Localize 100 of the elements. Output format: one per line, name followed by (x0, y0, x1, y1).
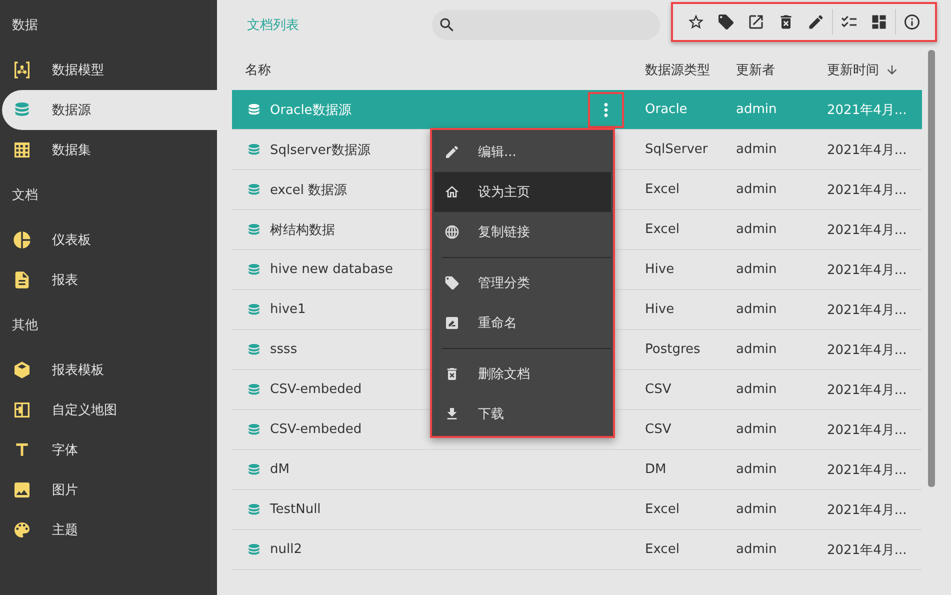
table-cell: admin (736, 342, 777, 357)
sidebar-item[interactable]: 自定义地图 (2, 390, 217, 430)
table-cell: admin (736, 422, 777, 437)
table-cell: admin (736, 502, 777, 517)
edit-icon (807, 13, 826, 31)
menu-item[interactable]: 下载 (434, 394, 611, 434)
more-button[interactable] (588, 92, 624, 128)
table-row[interactable]: null2 Excel admin 2021年4月... (232, 530, 922, 570)
table-cell-text: excel 数据源 (270, 182, 348, 198)
table-cell-text: 2021年4月... (827, 262, 907, 278)
table-cell: SqlServer (645, 142, 708, 157)
table-cell-text: 2021年4月... (827, 542, 907, 558)
search-field[interactable] (432, 10, 660, 40)
edit-icon (444, 144, 460, 160)
table-row[interactable]: dM DM admin 2021年4月... (232, 450, 922, 490)
table-cell: DM (645, 462, 666, 477)
table-cell: Hive (645, 302, 674, 317)
table-cell-text: 2021年4月... (827, 182, 907, 198)
table-cell: admin (736, 382, 777, 397)
menu-item[interactable]: 编辑... (434, 132, 611, 172)
table-cell-text: 树结构数据 (270, 222, 335, 238)
open-external-icon (747, 13, 766, 31)
page-title: 文档列表 (247, 17, 300, 34)
sidebar-item[interactable]: 报表 (2, 260, 217, 300)
table-cell: Excel (645, 222, 680, 237)
section-heading: 数据 (12, 17, 38, 34)
table-cell-text: 2021年4月... (827, 502, 907, 518)
table-cell: Hive (645, 262, 674, 277)
database-icon (246, 542, 262, 558)
table-cell: CSV-embeded (270, 382, 362, 397)
menu-item[interactable]: 管理分类 (434, 263, 611, 303)
column-header[interactable]: 数据源类型 (645, 61, 710, 79)
column-header[interactable]: 更新时间 (827, 61, 879, 79)
sidebar-item[interactable]: 数据模型 (2, 50, 217, 90)
database-icon (246, 462, 262, 478)
table-cell: Excel (645, 182, 680, 197)
table-cell: admin (736, 182, 777, 197)
table-cell-text: 2021年4月... (827, 302, 907, 318)
more-icon (604, 102, 608, 116)
table-cell: admin (736, 102, 777, 117)
table-cell: CSV (645, 422, 672, 437)
info-icon (902, 13, 921, 31)
database-icon (246, 142, 262, 158)
column-header[interactable]: 更新者 (736, 61, 775, 79)
table-cell: dM (270, 462, 290, 477)
sidebar-item[interactable]: 主题 (2, 510, 217, 550)
table-cell: hive1 (270, 302, 306, 317)
column-header[interactable]: 名称 (245, 61, 271, 79)
sidebar-item[interactable]: 数据集 (2, 130, 217, 170)
table-cell: Excel (645, 502, 680, 517)
image-icon (12, 480, 32, 500)
table-cell-text: Oracle数据源 (270, 102, 352, 118)
sidebar-item[interactable]: 图片 (2, 470, 217, 510)
scrollbar[interactable] (928, 50, 935, 487)
menu-item[interactable]: 设为主页 (434, 172, 611, 212)
palette-icon (12, 520, 32, 540)
table-cell: ssss (270, 342, 298, 357)
data-model-icon (12, 60, 32, 80)
database-icon (246, 222, 262, 238)
table-cell: hive new database (270, 262, 393, 277)
globe-icon (444, 224, 460, 240)
section-heading: 文档 (12, 187, 38, 204)
sidebar-item[interactable]: 数据源 (2, 90, 217, 130)
table-cell: Excel (645, 542, 680, 557)
table-cell: Postgres (645, 342, 700, 357)
table-cell-text: 2021年4月... (827, 222, 907, 238)
sidebar-item[interactable]: 报表模板 (2, 350, 217, 390)
table-cell: CSV-embeded (270, 422, 362, 437)
sort-arrow-icon[interactable] (885, 63, 899, 77)
rename-icon (444, 315, 460, 331)
table-row[interactable]: TestNull Excel admin 2021年4月... (232, 490, 922, 530)
pie-chart-icon (12, 230, 32, 250)
database-icon (246, 382, 262, 398)
map-icon (12, 400, 32, 420)
database-icon (246, 262, 262, 278)
sidebar-item[interactable]: 字体 (2, 430, 217, 470)
table-cell: null2 (270, 542, 302, 557)
database-icon (246, 342, 262, 358)
table-cell-text: 2021年4月... (827, 422, 907, 438)
table-cell-text: Sqlserver数据源 (270, 142, 370, 158)
table-cell-text: 2021年4月... (827, 142, 907, 158)
search-icon (438, 16, 456, 34)
database-icon (246, 422, 262, 438)
table-cell: Oracle (645, 102, 688, 117)
database-icon (246, 502, 262, 518)
section-heading: 其他 (12, 317, 38, 334)
table-cell-text: 2021年4月... (827, 102, 907, 118)
grid-icon (12, 140, 32, 160)
table-cell-text: 2021年4月... (827, 382, 907, 398)
table-cell: admin (736, 302, 777, 317)
star-icon (687, 13, 705, 31)
menu-item[interactable]: 复制链接 (434, 212, 611, 252)
table-cell: admin (736, 462, 777, 477)
dashboard-icon (870, 13, 888, 31)
tag-icon (717, 13, 736, 31)
sidebar-item[interactable]: 仪表板 (2, 220, 217, 260)
database-icon (246, 302, 262, 318)
database-icon (246, 182, 262, 198)
table-cell-text: 2021年4月... (827, 462, 907, 478)
table-cell-text: 2021年4月... (827, 342, 907, 358)
